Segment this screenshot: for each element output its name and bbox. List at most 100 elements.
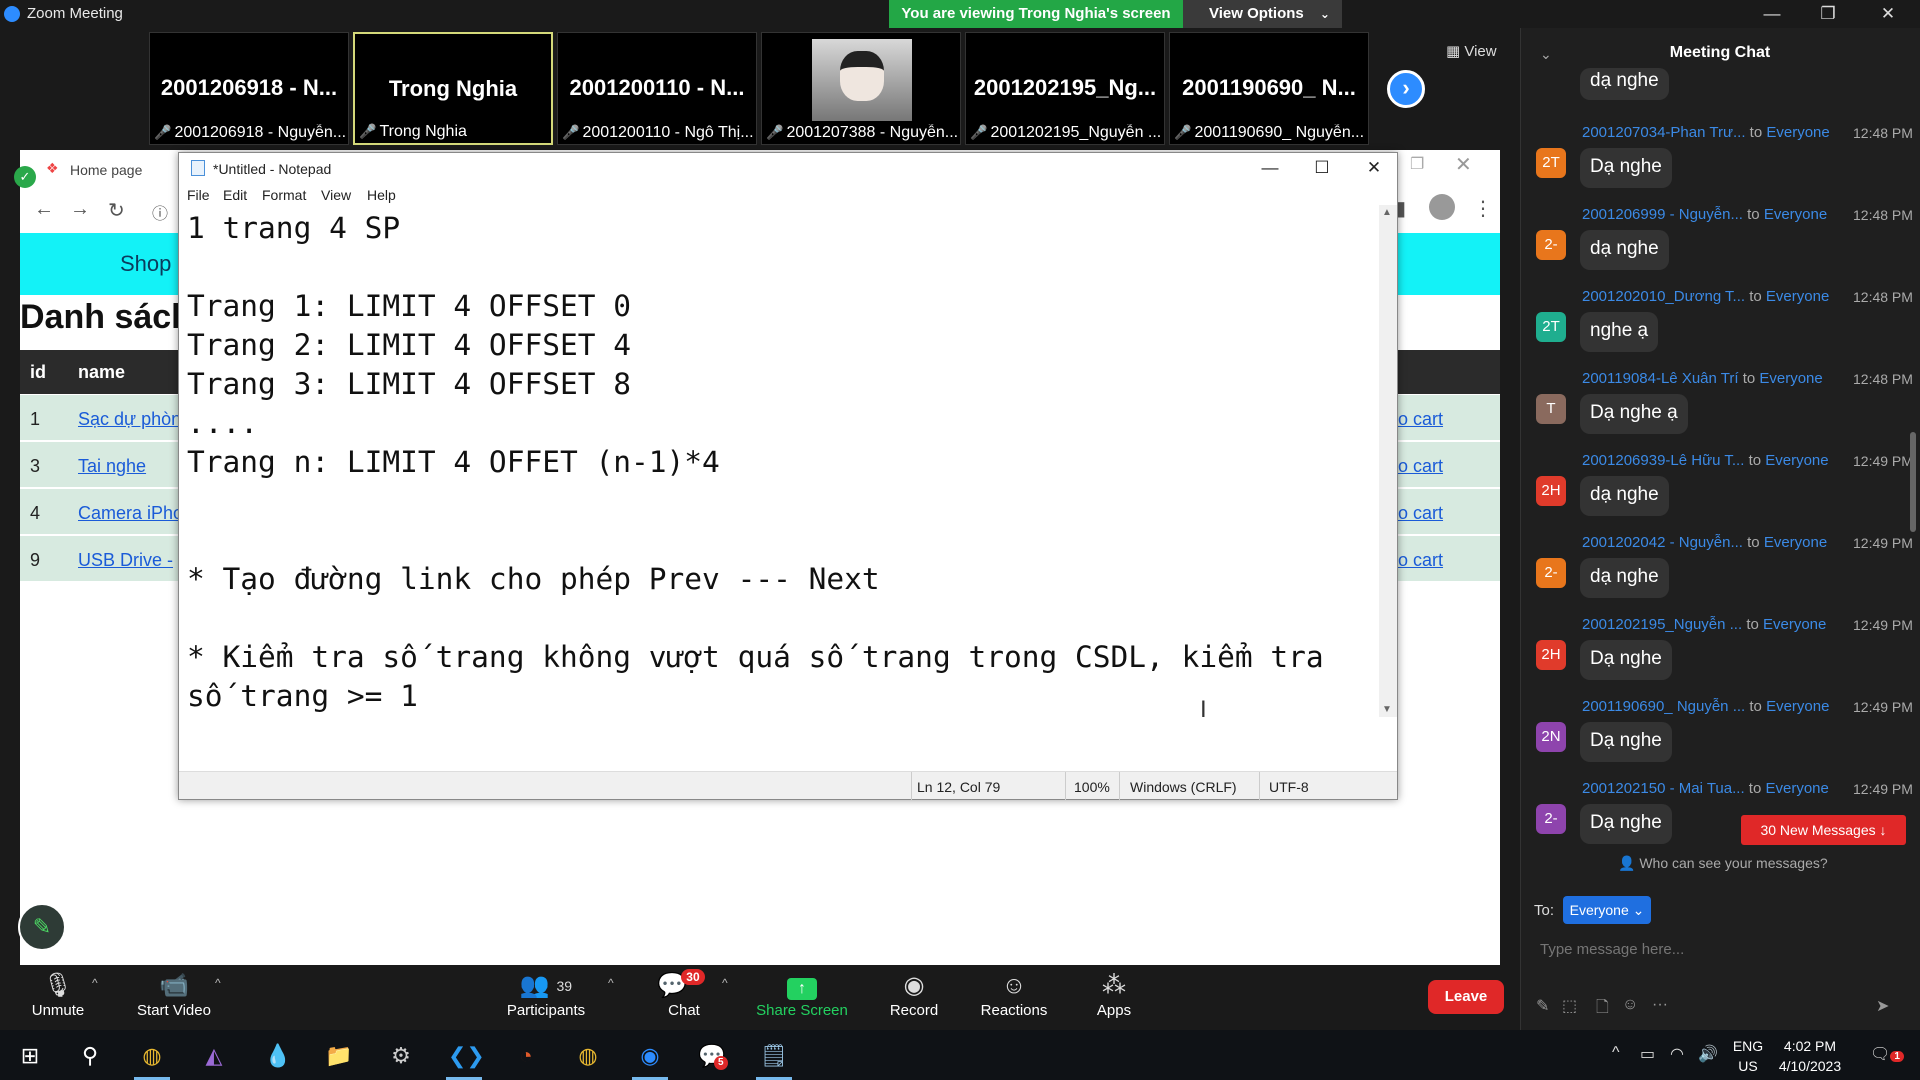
chat-scrollbar-thumb[interactable] [1910,432,1916,532]
notepad-text-area[interactable]: 1 trang 4 SP Trang 1: LIMIT 4 OFFSET 0 T… [187,209,1372,714]
zalo-icon[interactable]: 💬 5 [696,1040,728,1072]
windows-start-icon[interactable]: ⊞ [14,1040,46,1072]
more-icon[interactable]: ··· [1652,996,1668,1014]
participant-tile[interactable]: 2001206918 - N... 🎤 2001206918 - Nguyễn..… [149,32,349,145]
wifi-icon[interactable]: ◠ [1670,1044,1684,1064]
clock[interactable]: 4:02 PM 4/10/2023 [1770,1036,1850,1076]
avatar[interactable]: 2T [1536,312,1566,342]
caret-up-icon[interactable]: ^ [92,976,98,990]
recipient-dropdown[interactable]: Everyone ⌄ [1563,896,1651,924]
new-messages-button[interactable]: 30 New Messages ↓ [1741,815,1906,845]
sender-name[interactable]: 2001202042 - Nguyễn... [1582,534,1743,551]
view-options-button[interactable]: View Options ⌄ [1183,0,1342,28]
who-can-see-link[interactable]: 👤 Who can see your messages? [1618,855,1828,872]
participant-tile[interactable]: 2001200110 - N... 🎤 2001200110 - Ngô Thị.… [557,32,757,145]
avatar[interactable]: 2H [1536,476,1566,506]
search-icon[interactable]: ⚲ [74,1040,106,1072]
chat-button[interactable]: 💬30 Chat [634,969,734,1019]
view-button[interactable]: ▦ View [1446,42,1497,60]
back-arrow-icon[interactable]: ← [34,198,54,221]
add-to-cart-link[interactable]: o cart [1398,503,1443,524]
droplet-app-icon[interactable]: 💧 [262,1040,294,1072]
close-window-icon[interactable]: ✕ [1868,2,1908,26]
emoji-icon[interactable]: ☺ [1622,996,1638,1014]
visual-studio-icon[interactable]: ◭ [198,1040,230,1072]
format-icon[interactable]: ✎ [1536,996,1549,1016]
screenshot-icon[interactable]: ⬚ [1562,996,1577,1016]
caret-up-icon[interactable]: ^ [215,976,221,990]
sender-name[interactable]: 200119084-Lê Xuân Trí [1582,370,1739,387]
scroll-up-icon[interactable]: ▲ [1382,207,1392,218]
browser-restore-icon[interactable]: ❐ [1410,154,1424,174]
menu-edit[interactable]: Edit [223,187,247,203]
chat-message-input[interactable] [1540,934,1900,964]
scroll-down-icon[interactable]: ▼ [1382,704,1392,715]
avatar[interactable]: T [1536,394,1566,424]
battery-icon[interactable]: ▭ [1640,1044,1655,1064]
sender-name[interactable]: 2001207034-Phan Trư... [1582,124,1746,141]
next-page-arrow-icon[interactable]: › [1387,70,1425,108]
eclipse-icon[interactable]: ◔ [510,1040,542,1072]
avatar[interactable]: 2H [1536,640,1566,670]
sender-name[interactable]: 2001202150 - Mai Tua... [1582,780,1745,797]
sender-name[interactable]: 2001190690_ Nguyễn ... [1582,698,1745,715]
steam-icon[interactable]: ⚙ [385,1040,417,1072]
info-icon[interactable]: ⓘ [152,200,168,224]
browser-close-icon[interactable]: ✕ [1455,152,1472,177]
chrome-icon[interactable]: ◍ [136,1040,168,1072]
menu-help[interactable]: Help [367,187,396,203]
start-video-button[interactable]: 📹 Start Video [124,970,224,1019]
menu-file[interactable]: File [187,187,210,203]
participant-tile-active[interactable]: Trong Nghia 🎤 Trong Nghia [353,32,553,145]
volume-icon[interactable]: 🔊 [1698,1044,1718,1064]
add-to-cart-link[interactable]: o cart [1398,550,1443,571]
menu-view[interactable]: View [321,187,351,203]
sender-name[interactable]: 2001202010_Dương T... [1582,288,1745,305]
add-to-cart-link[interactable]: o cart [1398,456,1443,477]
send-icon[interactable]: ➤ [1876,996,1889,1016]
product-link[interactable]: Camera iPho [78,503,183,524]
shop-nav-link[interactable]: Shop [120,251,171,277]
avatar[interactable]: 2- [1536,558,1566,588]
notepad-maximize-icon[interactable]: ☐ [1299,155,1345,181]
add-to-cart-link[interactable]: o cart [1398,409,1443,430]
participant-tile[interactable]: 2001190690_ N... 🎤 2001190690_ Nguyễn... [1169,32,1369,145]
more-vertical-icon[interactable]: ⋮ [1473,196,1493,221]
notepad-minimize-icon[interactable]: — [1247,155,1293,181]
avatar[interactable]: 2T [1536,148,1566,178]
chrome-profile-icon[interactable]: ◍ [572,1040,604,1072]
vscode-icon[interactable]: ❮❯ [448,1040,485,1072]
notepad-close-icon[interactable]: ✕ [1351,155,1397,181]
reload-icon[interactable]: ↻ [108,198,125,223]
apps-button[interactable]: ⁂ Apps [1064,970,1164,1019]
notepad-taskbar-icon[interactable]: 🗒 [758,1040,790,1072]
file-icon[interactable]: 🗋 [1596,996,1609,1023]
annotate-pencil-icon[interactable]: ✎ [18,903,66,951]
leave-button[interactable]: Leave [1428,980,1504,1014]
restore-window-icon[interactable]: ❐ [1808,2,1848,26]
reactions-button[interactable]: ☺ Reactions [964,970,1064,1019]
file-explorer-icon[interactable]: 📁 [323,1040,355,1072]
notepad-vertical-scrollbar[interactable]: ▲ ▼ [1379,205,1397,717]
participants-button[interactable]: 👥 39 Participants [496,970,596,1019]
share-screen-button[interactable]: ↑ Share Screen [752,970,852,1019]
sender-name[interactable]: 2001206939-Lê Hữu T... [1582,452,1744,469]
profile-avatar[interactable] [1429,194,1455,220]
product-link[interactable]: USB Drive - [78,550,173,571]
participant-tile[interactable]: 🎤 2001207388 - Nguyễn... [761,32,961,145]
menu-format[interactable]: Format [262,187,306,203]
forward-arrow-icon[interactable]: → [70,198,90,221]
avatar[interactable]: 2N [1536,722,1566,752]
caret-up-icon[interactable]: ^ [608,976,614,990]
participant-tile[interactable]: 2001202195_Ng... 🎤 2001202195_Nguyễn ... [965,32,1165,145]
tray-chevron-up-icon[interactable]: ^ [1612,1044,1620,1062]
zoom-app-icon[interactable]: ◉ [634,1040,666,1072]
sender-name[interactable]: 2001206999 - Nguyễn... [1582,206,1743,223]
avatar[interactable]: 2- [1536,804,1566,834]
input-language[interactable]: ENG US [1730,1036,1766,1076]
caret-up-icon[interactable]: ^ [722,976,728,990]
product-link[interactable]: Sạc dự phòn [78,409,181,430]
minimize-window-icon[interactable]: — [1752,2,1792,26]
avatar[interactable]: 2- [1536,230,1566,260]
sender-name[interactable]: 2001202195_Nguyễn ... [1582,616,1742,633]
